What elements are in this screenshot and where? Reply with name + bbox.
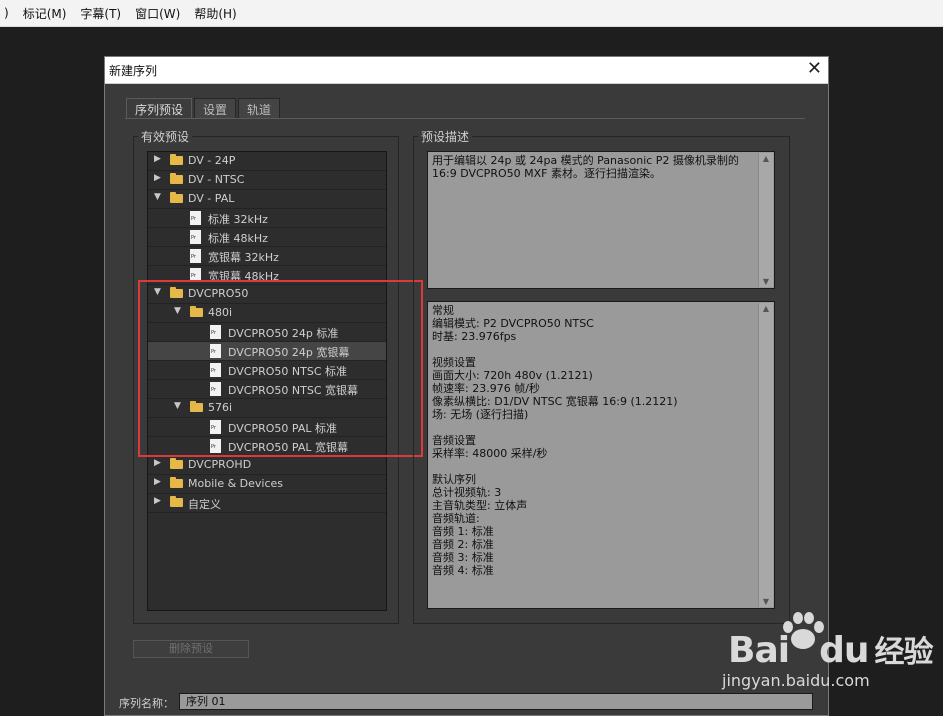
details-line: 视频设置	[432, 356, 476, 369]
tree-row-label: 标准 32kHz	[208, 213, 268, 226]
details-line	[432, 343, 756, 356]
expand-arrow-right-icon[interactable]: ▶	[154, 458, 161, 468]
tree-preset-row[interactable]: 标准 48kHz	[148, 228, 386, 247]
details-scrollbar[interactable]: ▲ ▼	[758, 303, 773, 607]
tree-row-label: DV - 24P	[188, 154, 236, 167]
tree-row-label: Mobile & Devices	[188, 477, 284, 490]
tree-folder-row[interactable]: ▶ DV - NTSC	[148, 171, 386, 190]
expand-arrow-right-icon[interactable]: ▶	[154, 154, 161, 164]
tree-folder-row[interactable]: ▶ 自定义	[148, 494, 386, 513]
new-sequence-dialog: 新建序列 ✕ 序列预设 设置 轨道 有效预设 ▶ DV - 24P ▶ DV - NT…	[104, 56, 829, 716]
tree-folder-row[interactable]: ▼ DV - PAL	[148, 190, 386, 209]
baidu-url: jingyan.baidu.com	[722, 671, 870, 690]
menu-item-marker[interactable]: 标记(M)	[23, 5, 67, 22]
tab-divider	[125, 118, 805, 119]
menu-item-help[interactable]: 帮助(H)	[194, 5, 236, 22]
folder-icon	[170, 496, 183, 507]
baidu-jingyan-text: 经验	[874, 635, 933, 670]
details-line: 像素纵横比: D1/DV NTSC 宽银幕 16:9 (1.2121)	[432, 395, 678, 408]
delete-preset-button[interactable]: 删除预设	[133, 640, 249, 658]
details-line: 音频设置	[432, 434, 476, 447]
details-line	[432, 421, 756, 434]
folder-icon	[170, 477, 183, 488]
details-line: 时基: 23.976fps	[432, 330, 517, 343]
tab-tracks[interactable]: 轨道	[238, 98, 281, 119]
dialog-titlebar: 新建序列 ✕	[105, 57, 828, 84]
details-line: 音频 1: 标准	[432, 525, 494, 538]
details-line: 总计视频轨: 3	[432, 486, 502, 499]
tree-row-label: 标准 48kHz	[208, 232, 268, 245]
tree-row-label: DV - PAL	[188, 192, 235, 205]
details-line: 场: 无场 (逐行扫描)	[432, 408, 529, 421]
details-text: 常规 编辑模式: P2 DVCPRO50 NTSC 时基: 23.976fps 视…	[432, 304, 756, 577]
details-line: 音频 3: 标准	[432, 551, 494, 564]
details-line: 默认序列	[432, 473, 476, 486]
details-line: 画面大小: 720h 480v (1.2121)	[432, 369, 593, 382]
scroll-down-icon[interactable]: ▼	[759, 277, 773, 286]
tab-bar: 序列预设 设置 轨道	[126, 98, 282, 119]
tree-folder-row[interactable]: ▶ Mobile & Devices	[148, 475, 386, 494]
baidu-logo-du: du	[819, 630, 869, 671]
baidu-logo-text: Bai du 经验	[728, 630, 933, 671]
dialog-title: 新建序列	[109, 64, 158, 78]
tree-folder-row[interactable]: ▶ DV - 24P	[148, 152, 386, 171]
folder-icon	[170, 192, 183, 203]
description-scrollbar[interactable]: ▲ ▼	[758, 153, 773, 287]
scroll-down-icon[interactable]: ▼	[759, 597, 773, 606]
expand-arrow-right-icon[interactable]: ▶	[154, 496, 161, 506]
folder-icon	[170, 173, 183, 184]
tree-folder-row[interactable]: ▶ DVCPROHD	[148, 456, 386, 475]
details-line: 编辑模式: P2 DVCPRO50 NTSC	[432, 317, 594, 330]
preset-description-label: 预设描述	[418, 128, 473, 145]
expand-arrow-down-icon[interactable]: ▼	[154, 192, 161, 202]
expand-arrow-right-icon[interactable]: ▶	[154, 477, 161, 487]
menu-bar: ) 标记(M) 字幕(T) 窗口(W) 帮助(H)	[0, 0, 943, 27]
baidu-watermark: Bai du 经验 jingyan.baidu.com	[722, 607, 937, 707]
details-line: 主音轨类型: 立体声	[432, 499, 528, 512]
details-line	[432, 460, 756, 473]
folder-icon	[170, 154, 183, 165]
details-line: 常规	[432, 304, 454, 317]
details-line: 音频 2: 标准	[432, 538, 494, 551]
preset-file-icon	[190, 249, 201, 263]
menu-item-title[interactable]: 字幕(T)	[80, 5, 121, 22]
menu-item-window[interactable]: 窗口(W)	[135, 5, 180, 22]
preset-file-icon	[190, 230, 201, 244]
details-line: 音频 4: 标准	[432, 564, 494, 577]
sequence-name-input[interactable]: 序列 01	[179, 693, 813, 710]
tab-sequence-presets[interactable]: 序列预设	[126, 98, 193, 119]
expand-arrow-right-icon[interactable]: ▶	[154, 173, 161, 183]
tree-row-label: DVCPROHD	[188, 458, 252, 471]
details-textbox[interactable]: 常规 编辑模式: P2 DVCPRO50 NTSC 时基: 23.976fps 视…	[427, 301, 775, 609]
description-textbox[interactable]: 用于编辑以 24p 或 24pa 模式的 Panasonic P2 摄像机录制的…	[427, 151, 775, 289]
tab-settings[interactable]: 设置	[194, 98, 237, 119]
tree-row-label: 宽银幕 32kHz	[208, 251, 279, 264]
tree-preset-row[interactable]: 标准 32kHz	[148, 209, 386, 228]
tree-row-label: 自定义	[188, 498, 221, 511]
tree-preset-row[interactable]: 宽银幕 32kHz	[148, 247, 386, 266]
available-presets-label: 有效预设	[138, 128, 193, 145]
close-icon[interactable]: ✕	[807, 58, 822, 79]
scroll-up-icon[interactable]: ▲	[759, 154, 773, 163]
scroll-up-icon[interactable]: ▲	[759, 304, 773, 313]
details-line: 音频轨道:	[432, 512, 480, 525]
folder-icon	[170, 458, 183, 469]
preset-file-icon	[190, 211, 201, 225]
tree-row-label: DV - NTSC	[188, 173, 245, 186]
menu-item-partial[interactable]: )	[4, 6, 9, 20]
description-text: 用于编辑以 24p 或 24pa 模式的 Panasonic P2 摄像机录制的…	[432, 154, 739, 180]
details-line: 帧速率: 23.976 帧/秒	[432, 382, 540, 395]
annotation-highlight-box	[138, 280, 423, 457]
details-line: 采样率: 48000 采样/秒	[432, 447, 548, 460]
sequence-name-label: 序列名称：	[119, 697, 174, 710]
